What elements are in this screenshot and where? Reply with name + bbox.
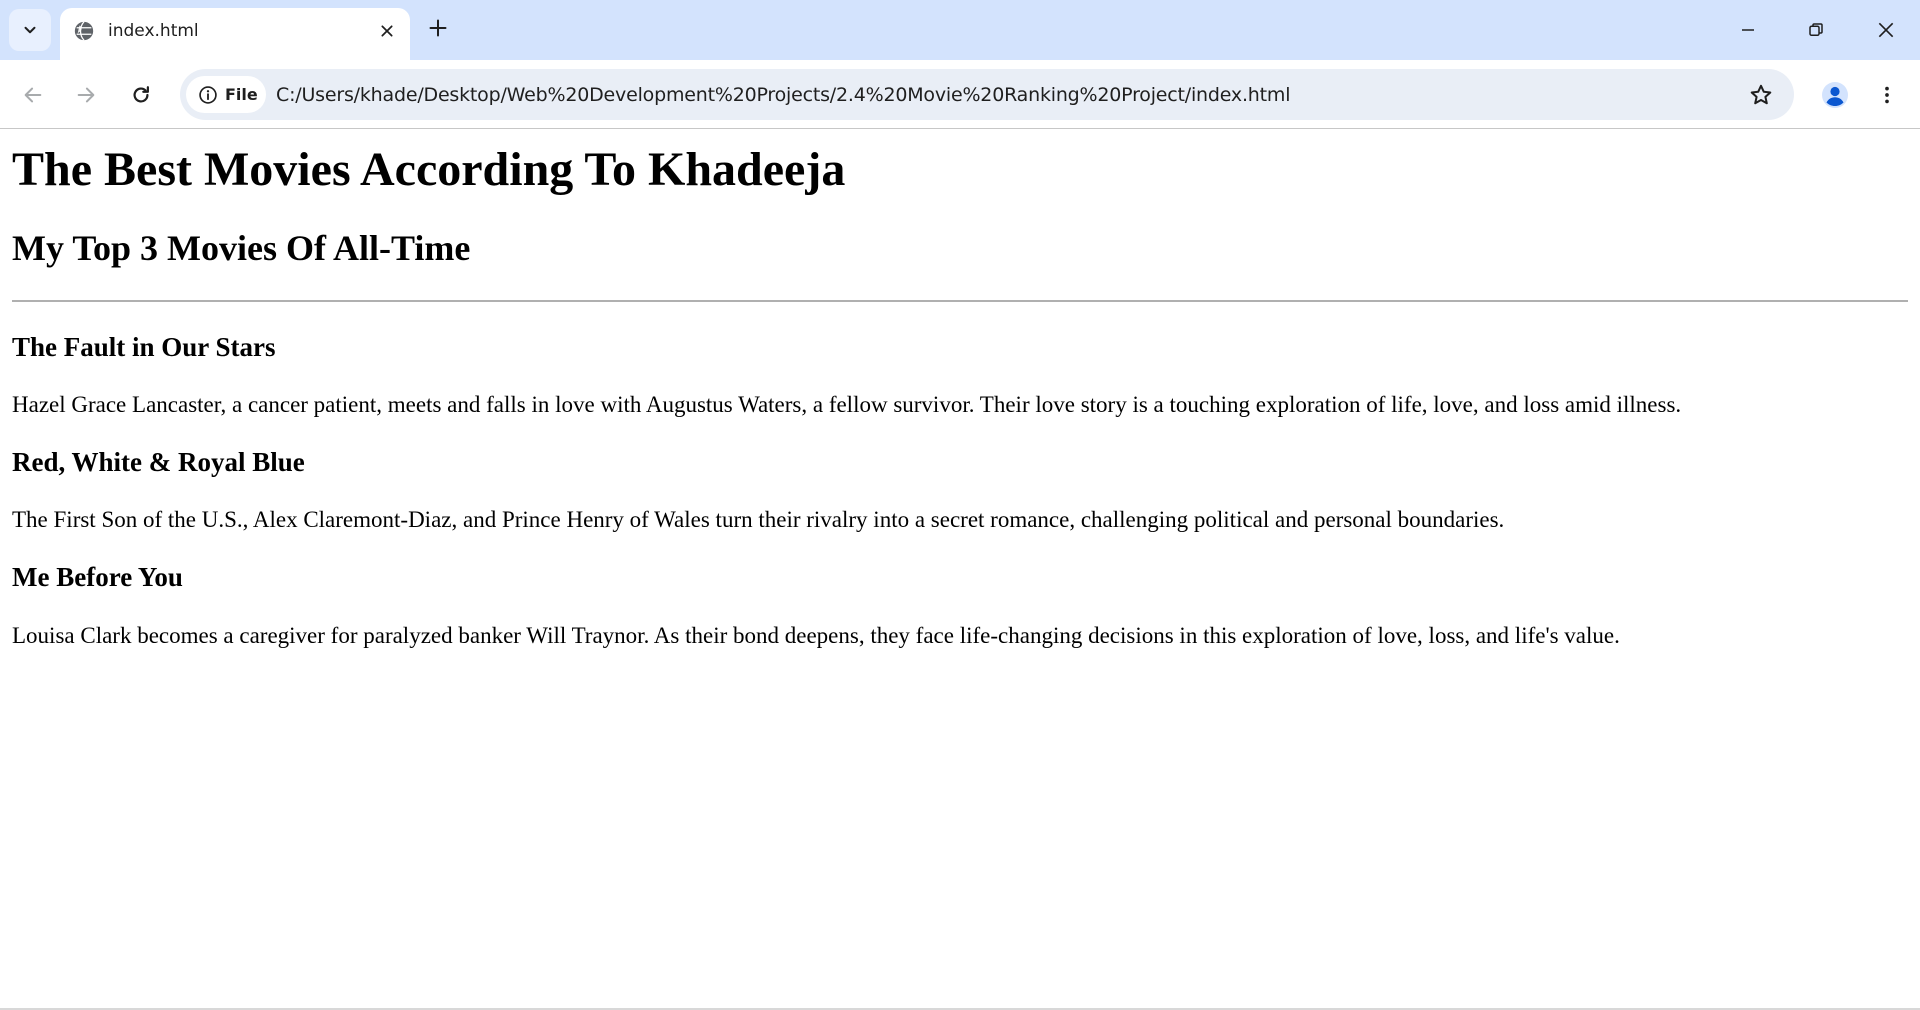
back-button[interactable] — [16, 78, 50, 112]
star-icon — [1750, 84, 1772, 105]
movie-title: The Fault in Our Stars — [12, 332, 276, 362]
profile-button[interactable] — [1818, 78, 1852, 112]
movie-title: Red, White & Royal Blue — [12, 447, 305, 477]
divider — [12, 300, 1908, 302]
page-title: The Best Movies According To Khadeeja — [12, 143, 846, 196]
page-content: The Best Movies According To Khadeeja My… — [0, 130, 1920, 1010]
close-icon — [381, 25, 393, 37]
movie-description: The First Son of the U.S., Alex Claremon… — [12, 507, 1505, 532]
forward-button[interactable] — [69, 78, 103, 112]
arrow-right-icon — [77, 87, 95, 103]
minimize-icon — [1742, 29, 1754, 31]
info-icon — [199, 85, 217, 104]
close-icon — [1878, 22, 1894, 38]
tab-strip: index.html — [0, 0, 1920, 60]
browser-toolbar: File C:/Users/khade/Desktop/Web%20Develo… — [0, 60, 1920, 129]
url-text[interactable]: C:/Users/khade/Desktop/Web%20Development… — [276, 83, 1290, 107]
active-tab[interactable]: index.html — [60, 8, 410, 60]
chevron-down-icon — [24, 26, 36, 34]
movie-description: Hazel Grace Lancaster, a cancer patient,… — [12, 392, 1682, 417]
minimize-button[interactable] — [1714, 0, 1782, 60]
restore-icon — [1809, 23, 1823, 36]
new-tab-button[interactable] — [423, 13, 453, 43]
site-info-chip[interactable]: File — [186, 76, 266, 113]
more-vert-icon — [1885, 86, 1889, 104]
reload-button[interactable] — [124, 78, 158, 112]
tab-title: index.html — [108, 21, 199, 41]
tab-close-button[interactable] — [374, 18, 400, 44]
reload-icon — [133, 86, 149, 103]
movie-description: Louisa Clark becomes a caregiver for par… — [12, 623, 1620, 648]
close-window-button[interactable] — [1852, 0, 1920, 60]
plus-icon — [429, 19, 447, 37]
address-bar[interactable]: File C:/Users/khade/Desktop/Web%20Develo… — [180, 69, 1794, 120]
site-info-label: File — [225, 85, 258, 104]
browser-menu-button[interactable] — [1870, 78, 1904, 112]
arrow-left-icon — [24, 87, 42, 103]
page-subtitle: My Top 3 Movies Of All-Time — [12, 228, 471, 268]
globe-icon — [74, 21, 94, 41]
movie-title: Me Before You — [12, 562, 183, 592]
person-icon — [1822, 82, 1848, 108]
restore-button[interactable] — [1782, 0, 1850, 60]
tab-search-button[interactable] — [9, 9, 51, 51]
bookmark-button[interactable] — [1746, 80, 1776, 110]
